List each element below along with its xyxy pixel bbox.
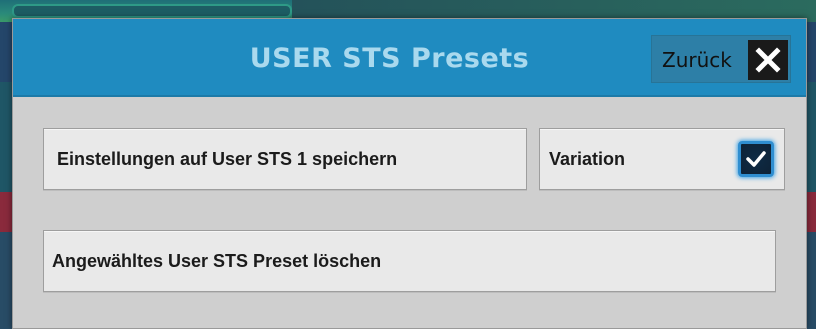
background-left-edge <box>0 22 12 329</box>
background-tab <box>12 4 292 18</box>
delete-selected-preset-label: Angewähltes User STS Preset löschen <box>52 250 382 271</box>
back-button[interactable]: Zurück <box>651 35 791 83</box>
save-to-user-sts-button[interactable]: Einstellungen auf User STS 1 speichern <box>43 128 527 190</box>
checkmark-icon <box>746 151 766 167</box>
variation-checkbox[interactable] <box>738 141 774 177</box>
save-to-user-sts-label: Einstellungen auf User STS 1 speichern <box>57 148 398 169</box>
dialog-header: USER STS Presets Zurück <box>13 19 806 97</box>
user-sts-presets-dialog: USER STS Presets Zurück Einstellungen au… <box>12 18 807 329</box>
variation-toggle[interactable]: Variation <box>539 128 785 190</box>
variation-label: Variation <box>549 148 626 169</box>
back-button-label: Zurück <box>662 48 732 72</box>
delete-selected-preset-button[interactable]: Angewähltes User STS Preset löschen <box>43 230 776 292</box>
close-icon[interactable] <box>748 40 788 80</box>
